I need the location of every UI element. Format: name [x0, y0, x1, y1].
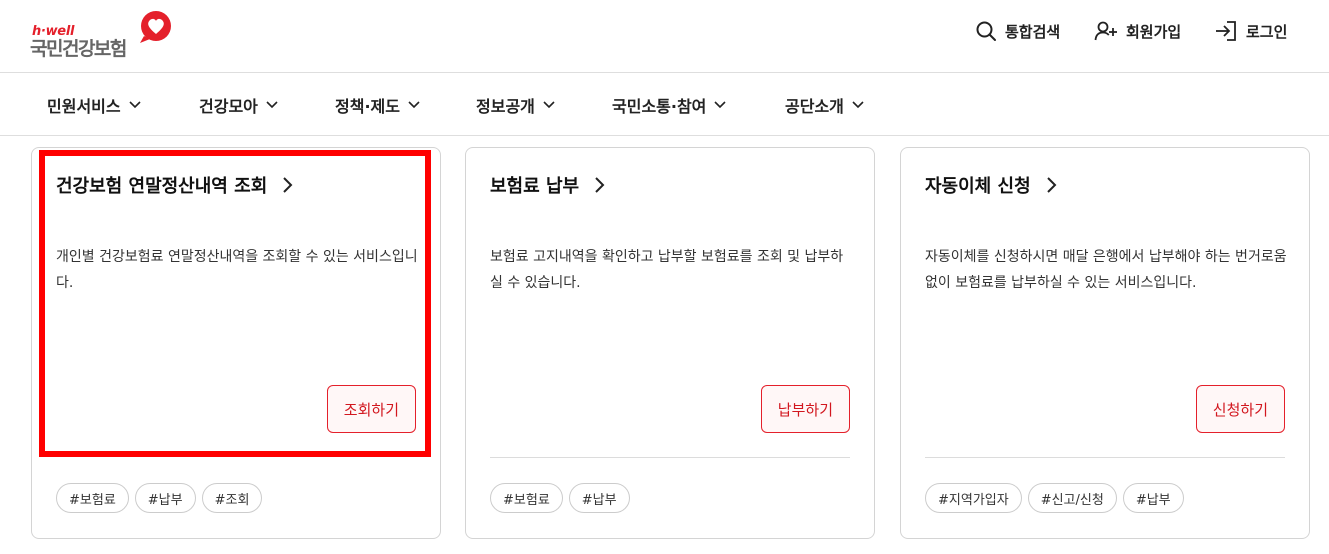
integrated-search-button[interactable]: 통합검색: [975, 18, 1060, 44]
chevron-down-icon: [129, 101, 141, 109]
nav-item-health-moa[interactable]: 건강모아: [199, 93, 279, 117]
nav-item-label: 건강모아: [199, 97, 258, 116]
chevron-right-icon: [283, 177, 293, 193]
card-title-text: 보험료 납부: [490, 176, 580, 197]
chevron-right-icon: [595, 177, 605, 193]
card-title-text: 건강보험 연말정산내역 조회: [56, 176, 268, 197]
search-icon: [976, 21, 996, 41]
service-card-premium-payment: 보험료 납부 보험료 고지내역을 확인하고 납부할 보험료를 조회 및 납부하실…: [465, 147, 875, 539]
card-description: 보험료 고지내역을 확인하고 납부할 보험료를 조회 및 납부하실 수 있습니다…: [490, 249, 844, 291]
logo-title-text: 국민건강보험: [30, 38, 127, 60]
card-divider: [925, 457, 1285, 458]
payment-button[interactable]: 납부하기: [760, 385, 850, 433]
login-button[interactable]: 로그인: [1214, 18, 1287, 44]
site-logo[interactable]: h·well 국민건강보험: [30, 10, 180, 62]
tag-list: #지역가입자 #신고/신청 #납부: [925, 483, 1184, 513]
tag-list: #보험료 #납부 #조회: [56, 483, 263, 513]
tag-chip[interactable]: #보험료: [56, 483, 129, 513]
chevron-down-icon: [852, 101, 864, 109]
nav-item-communication[interactable]: 국민소통·참여: [612, 93, 727, 117]
tag-chip[interactable]: #납부: [134, 483, 196, 513]
service-card-auto-transfer: 자동이체 신청 자동이체를 신청하시면 매달 은행에서 납부해야 하는 번거로움…: [900, 147, 1310, 539]
card-title-link[interactable]: 보험료 납부: [490, 172, 605, 198]
integrated-search-label: 통합검색: [1005, 22, 1061, 41]
heart-logo-icon: [140, 11, 171, 43]
card-title-link[interactable]: 자동이체 신청: [925, 172, 1057, 198]
card-divider: [490, 457, 850, 458]
apply-button[interactable]: 신청하기: [1195, 385, 1285, 433]
main-navigation: 민원서비스 건강모아 정책·제도 정보공개 국민소통·참여 공단소개: [0, 74, 1329, 136]
nav-item-civil-service[interactable]: 민원서비스: [47, 93, 142, 117]
nav-item-info-disclosure[interactable]: 정보공개: [476, 93, 556, 117]
chevron-down-icon: [266, 101, 278, 109]
header: h·well 국민건강보험 통합검색 회원가입 로그인: [0, 0, 1329, 73]
chevron-down-icon: [408, 101, 420, 109]
signup-label: 회원가입: [1126, 22, 1182, 41]
signup-button[interactable]: 회원가입: [1094, 18, 1181, 44]
card-description: 자동이체를 신청하시면 매달 은행에서 납부해야 하는 번거로움 없이 보험료를…: [925, 249, 1287, 291]
tag-chip[interactable]: #납부: [1122, 483, 1184, 513]
chevron-right-icon: [1046, 177, 1057, 193]
chevron-down-icon: [714, 101, 726, 109]
login-icon: [1216, 21, 1236, 41]
chevron-down-icon: [543, 101, 555, 109]
tag-chip[interactable]: #조회: [201, 483, 263, 513]
card-title-link[interactable]: 건강보험 연말정산내역 조회: [56, 172, 293, 198]
nav-item-label: 민원서비스: [47, 97, 121, 116]
nav-item-label: 공단소개: [785, 97, 844, 116]
user-plus-icon: [1094, 21, 1117, 41]
nav-item-label: 정책·제도: [335, 97, 400, 116]
nav-item-label: 정보공개: [476, 97, 535, 116]
tag-list: #보험료 #납부: [490, 483, 630, 513]
tag-chip[interactable]: #신고/신청: [1027, 483, 1117, 513]
service-card-year-end-settlement: 건강보험 연말정산내역 조회 개인별 건강보험료 연말정산내역을 조회할 수 있…: [31, 147, 441, 539]
nav-item-about[interactable]: 공단소개: [785, 93, 865, 117]
card-description: 개인별 건강보험료 연말정산내역을 조회할 수 있는 서비스입니다.: [56, 249, 418, 291]
nav-item-policy[interactable]: 정책·제도: [335, 93, 421, 117]
login-label: 로그인: [1246, 22, 1288, 41]
nav-item-label: 국민소통·참여: [612, 97, 707, 116]
tag-chip[interactable]: #납부: [568, 483, 630, 513]
card-title-text: 자동이체 신청: [925, 176, 1031, 197]
tag-chip[interactable]: #보험료: [490, 483, 563, 513]
tag-chip[interactable]: #지역가입자: [925, 483, 1022, 513]
inquiry-button[interactable]: 조회하기: [326, 385, 416, 433]
